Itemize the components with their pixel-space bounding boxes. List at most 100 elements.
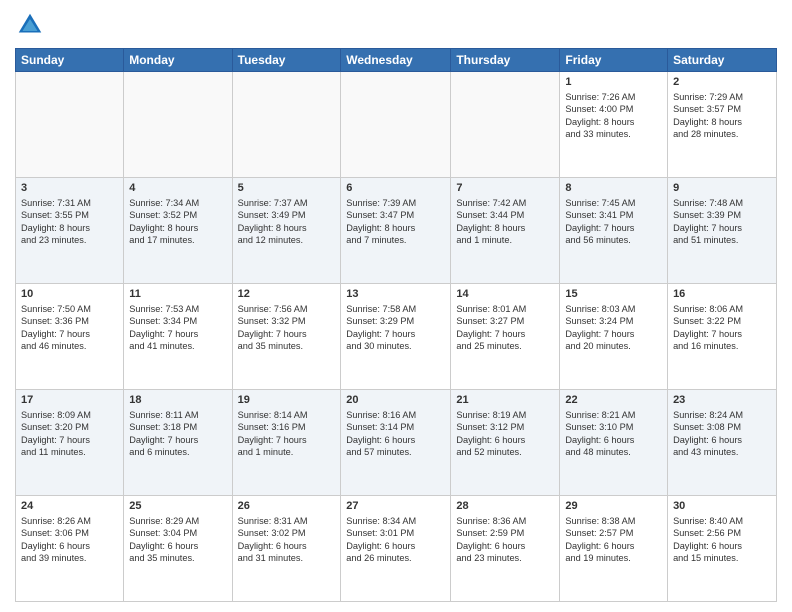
calendar-cell: 14Sunrise: 8:01 AM Sunset: 3:27 PM Dayli…	[451, 284, 560, 390]
day-number: 7	[456, 181, 554, 196]
calendar-cell: 29Sunrise: 8:38 AM Sunset: 2:57 PM Dayli…	[560, 496, 668, 602]
day-number: 27	[346, 499, 445, 514]
day-number: 2	[673, 75, 771, 90]
day-number: 23	[673, 393, 771, 408]
calendar-cell: 24Sunrise: 8:26 AM Sunset: 3:06 PM Dayli…	[16, 496, 124, 602]
page: SundayMondayTuesdayWednesdayThursdayFrid…	[0, 0, 792, 612]
day-info: Sunrise: 8:21 AM Sunset: 3:10 PM Dayligh…	[565, 409, 662, 459]
day-number: 1	[565, 75, 662, 90]
calendar-cell: 1Sunrise: 7:26 AM Sunset: 4:00 PM Daylig…	[560, 72, 668, 178]
day-number: 11	[129, 287, 226, 302]
day-info: Sunrise: 7:45 AM Sunset: 3:41 PM Dayligh…	[565, 197, 662, 247]
day-number: 30	[673, 499, 771, 514]
calendar-cell: 28Sunrise: 8:36 AM Sunset: 2:59 PM Dayli…	[451, 496, 560, 602]
day-info: Sunrise: 8:26 AM Sunset: 3:06 PM Dayligh…	[21, 515, 118, 565]
day-info: Sunrise: 7:29 AM Sunset: 3:57 PM Dayligh…	[673, 91, 771, 141]
day-info: Sunrise: 7:31 AM Sunset: 3:55 PM Dayligh…	[21, 197, 118, 247]
calendar-cell: 30Sunrise: 8:40 AM Sunset: 2:56 PM Dayli…	[668, 496, 777, 602]
logo	[15, 10, 49, 40]
weekday-header: Saturday	[668, 49, 777, 72]
calendar-cell: 10Sunrise: 7:50 AM Sunset: 3:36 PM Dayli…	[16, 284, 124, 390]
day-info: Sunrise: 8:06 AM Sunset: 3:22 PM Dayligh…	[673, 303, 771, 353]
day-info: Sunrise: 8:34 AM Sunset: 3:01 PM Dayligh…	[346, 515, 445, 565]
calendar-week-row: 24Sunrise: 8:26 AM Sunset: 3:06 PM Dayli…	[16, 496, 777, 602]
day-info: Sunrise: 7:26 AM Sunset: 4:00 PM Dayligh…	[565, 91, 662, 141]
calendar-cell: 16Sunrise: 8:06 AM Sunset: 3:22 PM Dayli…	[668, 284, 777, 390]
calendar-cell: 18Sunrise: 8:11 AM Sunset: 3:18 PM Dayli…	[124, 390, 232, 496]
calendar-cell: 12Sunrise: 7:56 AM Sunset: 3:32 PM Dayli…	[232, 284, 341, 390]
calendar-cell	[232, 72, 341, 178]
day-info: Sunrise: 8:40 AM Sunset: 2:56 PM Dayligh…	[673, 515, 771, 565]
weekday-header: Thursday	[451, 49, 560, 72]
day-number: 22	[565, 393, 662, 408]
calendar-cell: 5Sunrise: 7:37 AM Sunset: 3:49 PM Daylig…	[232, 178, 341, 284]
day-info: Sunrise: 8:11 AM Sunset: 3:18 PM Dayligh…	[129, 409, 226, 459]
calendar-cell: 3Sunrise: 7:31 AM Sunset: 3:55 PM Daylig…	[16, 178, 124, 284]
day-info: Sunrise: 7:48 AM Sunset: 3:39 PM Dayligh…	[673, 197, 771, 247]
day-number: 29	[565, 499, 662, 514]
calendar-cell: 26Sunrise: 8:31 AM Sunset: 3:02 PM Dayli…	[232, 496, 341, 602]
day-info: Sunrise: 7:37 AM Sunset: 3:49 PM Dayligh…	[238, 197, 336, 247]
day-info: Sunrise: 8:16 AM Sunset: 3:14 PM Dayligh…	[346, 409, 445, 459]
weekday-header: Friday	[560, 49, 668, 72]
day-info: Sunrise: 8:01 AM Sunset: 3:27 PM Dayligh…	[456, 303, 554, 353]
calendar-cell: 19Sunrise: 8:14 AM Sunset: 3:16 PM Dayli…	[232, 390, 341, 496]
day-info: Sunrise: 8:19 AM Sunset: 3:12 PM Dayligh…	[456, 409, 554, 459]
calendar-cell: 22Sunrise: 8:21 AM Sunset: 3:10 PM Dayli…	[560, 390, 668, 496]
day-number: 24	[21, 499, 118, 514]
calendar-week-row: 3Sunrise: 7:31 AM Sunset: 3:55 PM Daylig…	[16, 178, 777, 284]
day-info: Sunrise: 8:29 AM Sunset: 3:04 PM Dayligh…	[129, 515, 226, 565]
logo-icon	[15, 10, 45, 40]
calendar-cell: 11Sunrise: 7:53 AM Sunset: 3:34 PM Dayli…	[124, 284, 232, 390]
day-info: Sunrise: 7:50 AM Sunset: 3:36 PM Dayligh…	[21, 303, 118, 353]
calendar-header-row: SundayMondayTuesdayWednesdayThursdayFrid…	[16, 49, 777, 72]
day-number: 3	[21, 181, 118, 196]
weekday-header: Wednesday	[341, 49, 451, 72]
calendar-cell: 4Sunrise: 7:34 AM Sunset: 3:52 PM Daylig…	[124, 178, 232, 284]
day-number: 15	[565, 287, 662, 302]
day-info: Sunrise: 8:14 AM Sunset: 3:16 PM Dayligh…	[238, 409, 336, 459]
day-info: Sunrise: 8:36 AM Sunset: 2:59 PM Dayligh…	[456, 515, 554, 565]
day-info: Sunrise: 7:34 AM Sunset: 3:52 PM Dayligh…	[129, 197, 226, 247]
weekday-header: Monday	[124, 49, 232, 72]
day-info: Sunrise: 8:38 AM Sunset: 2:57 PM Dayligh…	[565, 515, 662, 565]
day-number: 17	[21, 393, 118, 408]
calendar-cell: 2Sunrise: 7:29 AM Sunset: 3:57 PM Daylig…	[668, 72, 777, 178]
calendar-cell: 6Sunrise: 7:39 AM Sunset: 3:47 PM Daylig…	[341, 178, 451, 284]
day-number: 10	[21, 287, 118, 302]
calendar-cell: 8Sunrise: 7:45 AM Sunset: 3:41 PM Daylig…	[560, 178, 668, 284]
day-number: 14	[456, 287, 554, 302]
calendar-week-row: 10Sunrise: 7:50 AM Sunset: 3:36 PM Dayli…	[16, 284, 777, 390]
day-info: Sunrise: 7:53 AM Sunset: 3:34 PM Dayligh…	[129, 303, 226, 353]
day-info: Sunrise: 8:31 AM Sunset: 3:02 PM Dayligh…	[238, 515, 336, 565]
calendar-cell: 25Sunrise: 8:29 AM Sunset: 3:04 PM Dayli…	[124, 496, 232, 602]
calendar-table: SundayMondayTuesdayWednesdayThursdayFrid…	[15, 48, 777, 602]
day-info: Sunrise: 7:39 AM Sunset: 3:47 PM Dayligh…	[346, 197, 445, 247]
calendar-cell	[341, 72, 451, 178]
day-info: Sunrise: 7:56 AM Sunset: 3:32 PM Dayligh…	[238, 303, 336, 353]
calendar-cell: 27Sunrise: 8:34 AM Sunset: 3:01 PM Dayli…	[341, 496, 451, 602]
calendar-cell: 15Sunrise: 8:03 AM Sunset: 3:24 PM Dayli…	[560, 284, 668, 390]
day-number: 18	[129, 393, 226, 408]
day-number: 9	[673, 181, 771, 196]
calendar-week-row: 17Sunrise: 8:09 AM Sunset: 3:20 PM Dayli…	[16, 390, 777, 496]
weekday-header: Tuesday	[232, 49, 341, 72]
calendar-cell	[16, 72, 124, 178]
day-number: 13	[346, 287, 445, 302]
day-number: 19	[238, 393, 336, 408]
header	[15, 10, 777, 40]
calendar-week-row: 1Sunrise: 7:26 AM Sunset: 4:00 PM Daylig…	[16, 72, 777, 178]
calendar-cell: 20Sunrise: 8:16 AM Sunset: 3:14 PM Dayli…	[341, 390, 451, 496]
day-info: Sunrise: 8:24 AM Sunset: 3:08 PM Dayligh…	[673, 409, 771, 459]
calendar-cell: 9Sunrise: 7:48 AM Sunset: 3:39 PM Daylig…	[668, 178, 777, 284]
calendar-cell	[451, 72, 560, 178]
day-info: Sunrise: 8:09 AM Sunset: 3:20 PM Dayligh…	[21, 409, 118, 459]
day-info: Sunrise: 7:42 AM Sunset: 3:44 PM Dayligh…	[456, 197, 554, 247]
day-number: 16	[673, 287, 771, 302]
calendar-cell: 7Sunrise: 7:42 AM Sunset: 3:44 PM Daylig…	[451, 178, 560, 284]
day-number: 4	[129, 181, 226, 196]
day-number: 6	[346, 181, 445, 196]
day-number: 12	[238, 287, 336, 302]
day-info: Sunrise: 7:58 AM Sunset: 3:29 PM Dayligh…	[346, 303, 445, 353]
calendar-cell: 23Sunrise: 8:24 AM Sunset: 3:08 PM Dayli…	[668, 390, 777, 496]
